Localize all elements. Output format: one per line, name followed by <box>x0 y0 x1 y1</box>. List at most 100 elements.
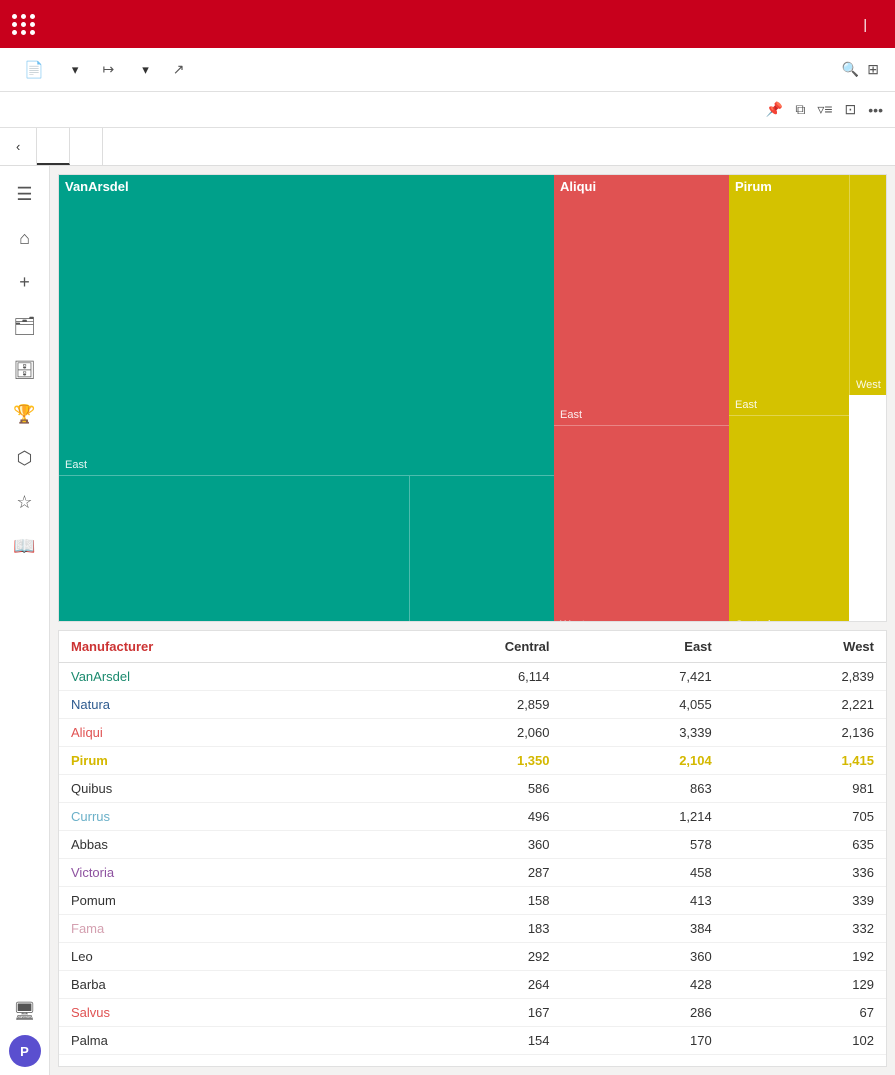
more-options-button[interactable] <box>224 66 240 74</box>
cell-central: 2,859 <box>364 691 561 719</box>
table-row: Pirum1,3502,1041,415 <box>59 747 886 775</box>
sidebar-home-icon[interactable]: ⌂ <box>5 218 45 258</box>
treemap: VanArsdel East Central West Natura East <box>59 175 886 621</box>
focus-icon[interactable]: ⊡ <box>845 101 857 118</box>
cell-central: 6,114 <box>364 663 561 691</box>
treemap-pirum-east[interactable]: Pirum East <box>729 175 849 415</box>
cell-east: 413 <box>562 887 724 915</box>
share-icon: ↗ <box>165 57 193 82</box>
col-header-west[interactable]: West <box>724 631 886 663</box>
treemap-pirum-west[interactable]: West <box>849 175 887 395</box>
col-header-east[interactable]: East <box>562 631 724 663</box>
title-separator: | <box>863 16 867 32</box>
cell-manufacturer[interactable]: Currus <box>59 803 364 831</box>
cell-east: 458 <box>562 859 724 887</box>
tabs-row: ‹ <box>0 128 895 166</box>
sidebar-create-icon[interactable]: + <box>5 262 45 302</box>
sidebar-menu-icon[interactable]: ☰ <box>5 174 45 214</box>
back-to-report-tab[interactable]: ‹ <box>16 128 37 165</box>
table-row: Barba264428129 <box>59 971 886 999</box>
cell-west: 192 <box>724 943 886 971</box>
table-row: Fama183384332 <box>59 915 886 943</box>
pirum-central-label: Central <box>735 619 843 622</box>
treemap-chart[interactable]: VanArsdel East Central West Natura East <box>58 174 887 622</box>
cell-west: 332 <box>724 915 886 943</box>
export-icon-arrow: ↦ <box>94 57 122 82</box>
treemap-aliqui-west[interactable]: West <box>554 425 729 622</box>
cell-manufacturer[interactable]: Fama <box>59 915 364 943</box>
cell-manufacturer[interactable]: Palma <box>59 1027 364 1055</box>
cell-east: 2,104 <box>562 747 724 775</box>
more-visual-options[interactable]: ••• <box>868 102 883 118</box>
cell-east: 1,214 <box>562 803 724 831</box>
share-button[interactable] <box>200 66 216 74</box>
cell-manufacturer[interactable]: VanArsdel <box>59 663 364 691</box>
cell-central: 154 <box>364 1027 561 1055</box>
treemap-vanarsdel-west[interactable]: West <box>409 475 554 622</box>
treemap-aliqui[interactable]: Aliqui East <box>554 175 729 425</box>
cell-west: 2,221 <box>724 691 886 719</box>
col-header-manufacturer[interactable]: Manufacturer <box>59 631 364 663</box>
treemap-vanarsdel-east[interactable]: VanArsdel East <box>59 175 554 475</box>
cell-west: 1,415 <box>724 747 886 775</box>
top-bar: | <box>0 0 895 48</box>
aliqui-label: Aliqui <box>560 179 596 194</box>
vanarsdel-east-label: East <box>65 459 548 471</box>
cell-manufacturer[interactable]: Pirum <box>59 747 364 775</box>
sidebar-apps-icon[interactable]: ⬡ <box>5 438 45 478</box>
cell-east: 4,055 <box>562 691 724 719</box>
export-button[interactable]: ▾ <box>130 58 157 82</box>
col-header-central[interactable]: Central <box>364 631 561 663</box>
sidebar-metrics-icon[interactable]: 📖 <box>5 526 45 566</box>
table-row: Leo292360192 <box>59 943 886 971</box>
cell-manufacturer[interactable]: Leo <box>59 943 364 971</box>
file-button[interactable]: ▾ <box>60 58 87 82</box>
tab-total-units[interactable] <box>37 128 70 165</box>
sidebar-learn-icon[interactable]: ☆ <box>5 482 45 522</box>
search-icon[interactable]: 🔍 <box>842 61 859 78</box>
table-row: Victoria287458336 <box>59 859 886 887</box>
cell-manufacturer[interactable]: Barba <box>59 971 364 999</box>
cell-manufacturer[interactable]: Quibus <box>59 775 364 803</box>
file-caret: ▾ <box>72 62 79 78</box>
tab-by-manufacturer[interactable] <box>70 128 103 165</box>
treemap-pirum-central[interactable]: Central <box>729 415 849 622</box>
user-avatar[interactable]: P <box>9 1035 41 1067</box>
pin-icon[interactable]: 📌 <box>766 101 783 118</box>
cell-east: 170 <box>562 1027 724 1055</box>
table-row: Abbas360578635 <box>59 831 886 859</box>
cell-west: 981 <box>724 775 886 803</box>
cell-west: 2,136 <box>724 719 886 747</box>
table-row: Natura2,8594,0552,221 <box>59 691 886 719</box>
cell-west: 2,839 <box>724 663 886 691</box>
duplicate-icon[interactable]: ⧉ <box>795 101 805 118</box>
cell-manufacturer[interactable]: Salvus <box>59 999 364 1027</box>
treemap-vanarsdel-central[interactable]: Central <box>59 475 409 622</box>
cell-manufacturer[interactable]: Victoria <box>59 859 364 887</box>
aliqui-east-label: East <box>560 409 723 421</box>
sidebar-data-icon[interactable]: 🗄 <box>5 350 45 390</box>
cell-west: 339 <box>724 887 886 915</box>
main-content: ☰ ⌂ + 🗂 🗄 🏆 ⬡ ☆ 📖 🖥 P VanArsdel East C <box>0 166 895 1075</box>
table-row: Currus4961,214705 <box>59 803 886 831</box>
cell-manufacturer[interactable]: Abbas <box>59 831 364 859</box>
table-row: VanArsdel6,1147,4212,839 <box>59 663 886 691</box>
filter-icon[interactable]: ▿≡ <box>817 101 832 118</box>
sidebar-monitor-icon[interactable]: 🖥 <box>5 991 45 1031</box>
cell-manufacturer[interactable]: Natura <box>59 691 364 719</box>
cell-west: 67 <box>724 999 886 1027</box>
sidebar-goals-icon[interactable]: 🏆 <box>5 394 45 434</box>
cell-east: 3,339 <box>562 719 724 747</box>
app-grid-icon[interactable] <box>12 14 36 35</box>
data-table-container: Manufacturer Central East West VanArsdel… <box>58 630 887 1067</box>
cell-central: 158 <box>364 887 561 915</box>
table-row: Aliqui2,0603,3392,136 <box>59 719 886 747</box>
vanarsdel-label: VanArsdel <box>65 179 129 194</box>
sidebar-bottom: 🖥 P <box>5 991 45 1067</box>
sidebar-browse-icon[interactable]: 🗂 <box>5 306 45 346</box>
toolbar-right-icons: 🔍 ⊞ <box>842 61 879 78</box>
cell-manufacturer[interactable]: Pomum <box>59 887 364 915</box>
cell-central: 264 <box>364 971 561 999</box>
settings-icon[interactable]: ⊞ <box>867 61 879 78</box>
cell-manufacturer[interactable]: Aliqui <box>59 719 364 747</box>
